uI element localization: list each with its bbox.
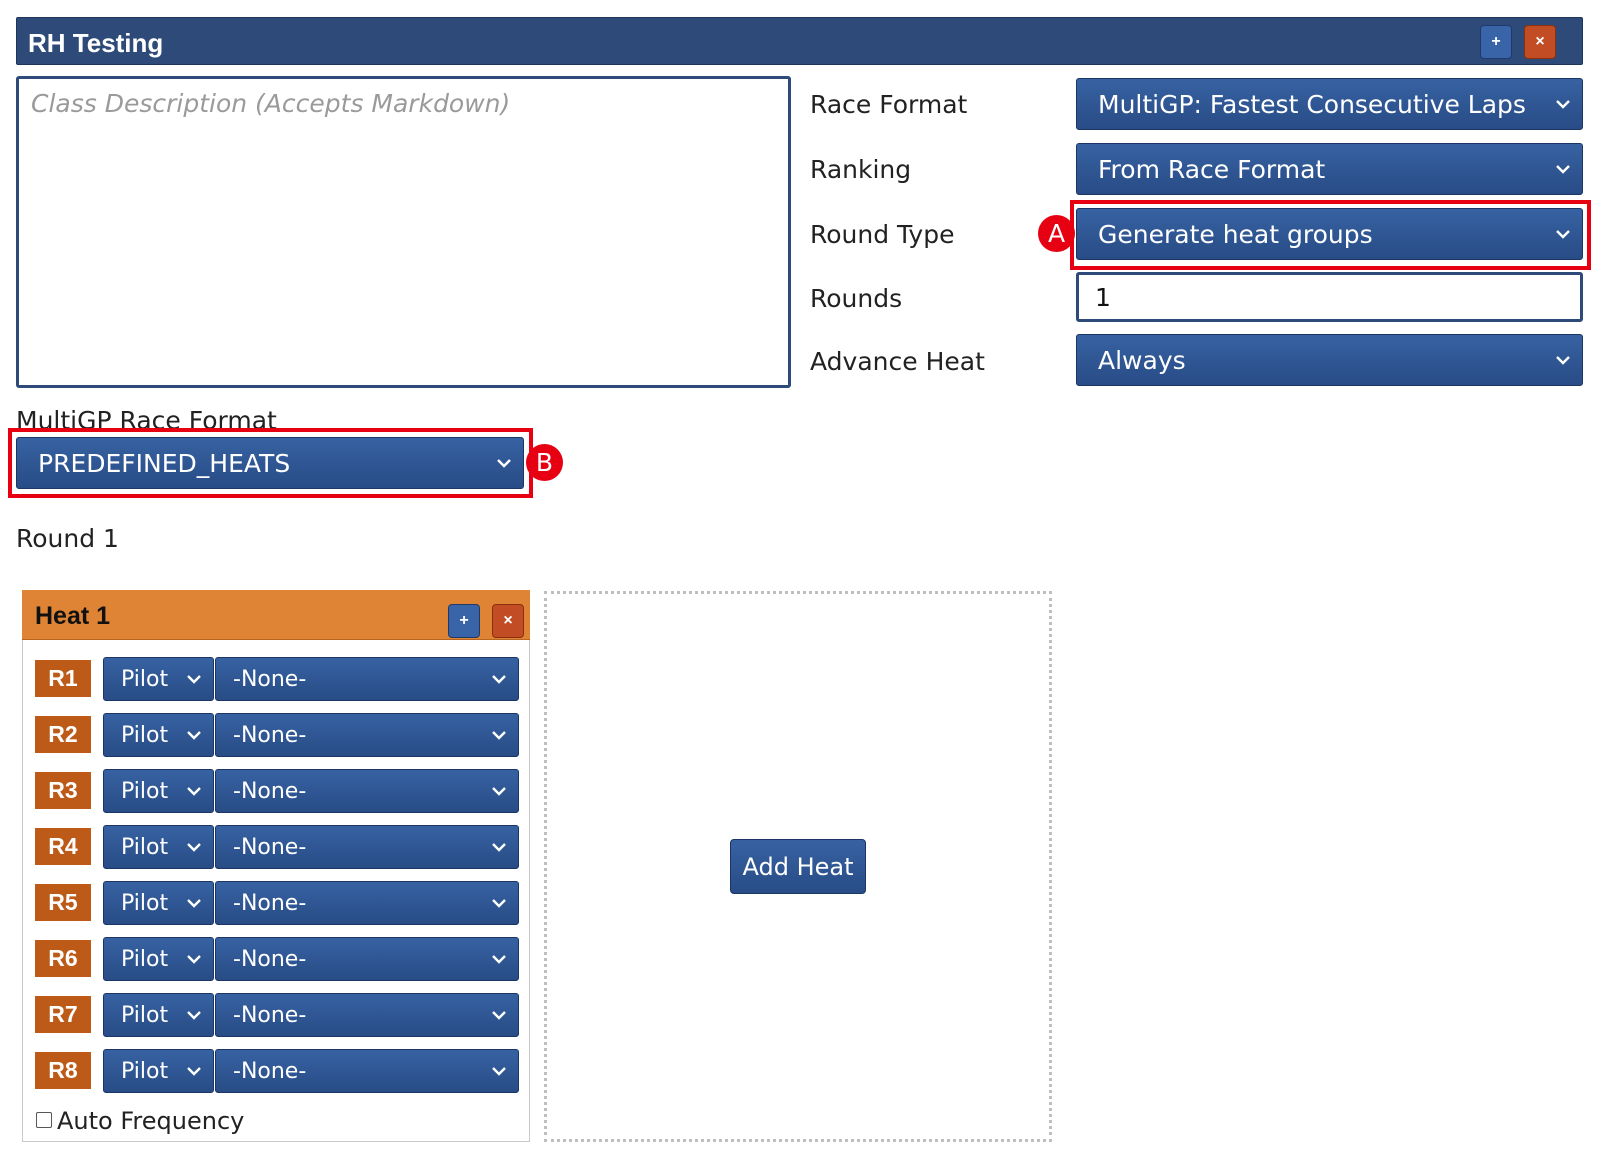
plus-icon: + bbox=[459, 612, 469, 629]
slot-pilot-select[interactable]: -None- bbox=[215, 881, 519, 925]
chevron-down-icon bbox=[492, 731, 506, 740]
slot-pilot-value: -None- bbox=[233, 1002, 307, 1028]
chevron-down-icon bbox=[1556, 356, 1570, 365]
round-type-label: Round Type bbox=[810, 220, 955, 249]
node-badge: R1 bbox=[35, 660, 91, 697]
race-format-label: Race Format bbox=[810, 90, 968, 119]
close-icon: × bbox=[1535, 33, 1545, 50]
slot-method-value: Pilot bbox=[121, 1002, 169, 1028]
annotation-marker-a: A bbox=[1038, 215, 1075, 252]
chevron-down-icon bbox=[187, 787, 201, 796]
chevron-down-icon bbox=[1556, 100, 1570, 109]
advance-heat-value: Always bbox=[1098, 345, 1186, 375]
slot-method-select[interactable]: Pilot bbox=[103, 769, 214, 813]
slot-method-select[interactable]: Pilot bbox=[103, 1049, 214, 1093]
slot-pilot-select[interactable]: -None- bbox=[215, 657, 519, 701]
chevron-down-icon bbox=[492, 843, 506, 852]
chevron-down-icon bbox=[1556, 230, 1570, 239]
chevron-down-icon bbox=[187, 843, 201, 852]
chevron-down-icon bbox=[187, 731, 201, 740]
chevron-down-icon bbox=[492, 787, 506, 796]
slot-pilot-select[interactable]: -None- bbox=[215, 937, 519, 981]
node-badge: R6 bbox=[35, 940, 91, 977]
slot-method-select[interactable]: Pilot bbox=[103, 657, 214, 701]
chevron-down-icon bbox=[187, 1067, 201, 1076]
chevron-down-icon bbox=[187, 899, 201, 908]
chevron-down-icon bbox=[492, 675, 506, 684]
rounds-input[interactable]: 1 bbox=[1076, 272, 1583, 322]
slot-method-select[interactable]: Pilot bbox=[103, 881, 214, 925]
ranking-label: Ranking bbox=[810, 155, 912, 184]
slot-method-value: Pilot bbox=[121, 666, 169, 692]
slot-method-value: Pilot bbox=[121, 946, 169, 972]
slot-pilot-value: -None- bbox=[233, 890, 307, 916]
chevron-down-icon bbox=[187, 1011, 201, 1020]
node-badge: R4 bbox=[35, 828, 91, 865]
slot-method-select[interactable]: Pilot bbox=[103, 993, 214, 1037]
slot-pilot-select[interactable]: -None- bbox=[215, 713, 519, 757]
slot-pilot-value: -None- bbox=[233, 834, 307, 860]
auto-frequency-checkbox[interactable] bbox=[36, 1112, 52, 1128]
delete-class-button[interactable]: × bbox=[1524, 25, 1556, 59]
slot-method-select[interactable]: Pilot bbox=[103, 825, 214, 869]
slot-pilot-select[interactable]: -None- bbox=[215, 1049, 519, 1093]
multigp-format-value: PREDEFINED_HEATS bbox=[38, 448, 291, 478]
add-heat-button[interactable]: Add Heat bbox=[730, 839, 866, 894]
slot-method-value: Pilot bbox=[121, 1058, 169, 1084]
chevron-down-icon bbox=[492, 1067, 506, 1076]
class-description-input[interactable] bbox=[16, 76, 791, 388]
node-badge: R8 bbox=[35, 1052, 91, 1089]
heat-title: Heat 1 bbox=[35, 602, 111, 630]
slot-pilot-value: -None- bbox=[233, 778, 307, 804]
node-badge: R7 bbox=[35, 996, 91, 1033]
chevron-down-icon bbox=[497, 459, 511, 468]
slot-method-value: Pilot bbox=[121, 834, 169, 860]
round-type-select[interactable]: Generate heat groups bbox=[1076, 208, 1583, 260]
advance-heat-label: Advance Heat bbox=[810, 347, 985, 376]
auto-frequency-label: Auto Frequency bbox=[57, 1107, 245, 1135]
chevron-down-icon bbox=[187, 955, 201, 964]
slot-pilot-value: -None- bbox=[233, 722, 307, 748]
slot-method-select[interactable]: Pilot bbox=[103, 713, 214, 757]
chevron-down-icon bbox=[187, 675, 201, 684]
multigp-format-select[interactable]: PREDEFINED_HEATS bbox=[16, 437, 524, 489]
slot-pilot-value: -None- bbox=[233, 666, 307, 692]
slot-method-value: Pilot bbox=[121, 722, 169, 748]
slot-pilot-value: -None- bbox=[233, 1058, 307, 1084]
slot-pilot-select[interactable]: -None- bbox=[215, 993, 519, 1037]
delete-heat-button[interactable]: × bbox=[492, 604, 524, 638]
node-badge: R3 bbox=[35, 772, 91, 809]
ranking-select[interactable]: From Race Format bbox=[1076, 143, 1583, 195]
race-format-select[interactable]: MultiGP: Fastest Consecutive Laps bbox=[1076, 78, 1583, 130]
round-label: Round 1 bbox=[16, 524, 119, 553]
plus-icon: + bbox=[1491, 33, 1501, 50]
chevron-down-icon bbox=[492, 899, 506, 908]
round-type-value: Generate heat groups bbox=[1098, 219, 1373, 249]
chevron-down-icon bbox=[492, 1011, 506, 1020]
close-icon: × bbox=[503, 612, 513, 629]
slot-pilot-select[interactable]: -None- bbox=[215, 825, 519, 869]
slot-pilot-value: -None- bbox=[233, 946, 307, 972]
add-heat-slot-button[interactable]: + bbox=[448, 604, 480, 638]
rounds-label: Rounds bbox=[810, 284, 903, 313]
slot-method-select[interactable]: Pilot bbox=[103, 937, 214, 981]
node-badge: R5 bbox=[35, 884, 91, 921]
ranking-value: From Race Format bbox=[1098, 154, 1326, 184]
slot-pilot-select[interactable]: -None- bbox=[215, 769, 519, 813]
add-class-button[interactable]: + bbox=[1480, 25, 1512, 59]
chevron-down-icon bbox=[492, 955, 506, 964]
slot-method-value: Pilot bbox=[121, 890, 169, 916]
rounds-value: 1 bbox=[1095, 282, 1111, 312]
class-header-bar bbox=[16, 17, 1583, 65]
annotation-marker-b: B bbox=[526, 444, 563, 481]
chevron-down-icon bbox=[1556, 165, 1570, 174]
advance-heat-select[interactable]: Always bbox=[1076, 334, 1583, 386]
node-badge: R2 bbox=[35, 716, 91, 753]
class-title: RH Testing bbox=[28, 28, 164, 58]
race-format-value: MultiGP: Fastest Consecutive Laps bbox=[1098, 89, 1526, 119]
slot-method-value: Pilot bbox=[121, 778, 169, 804]
